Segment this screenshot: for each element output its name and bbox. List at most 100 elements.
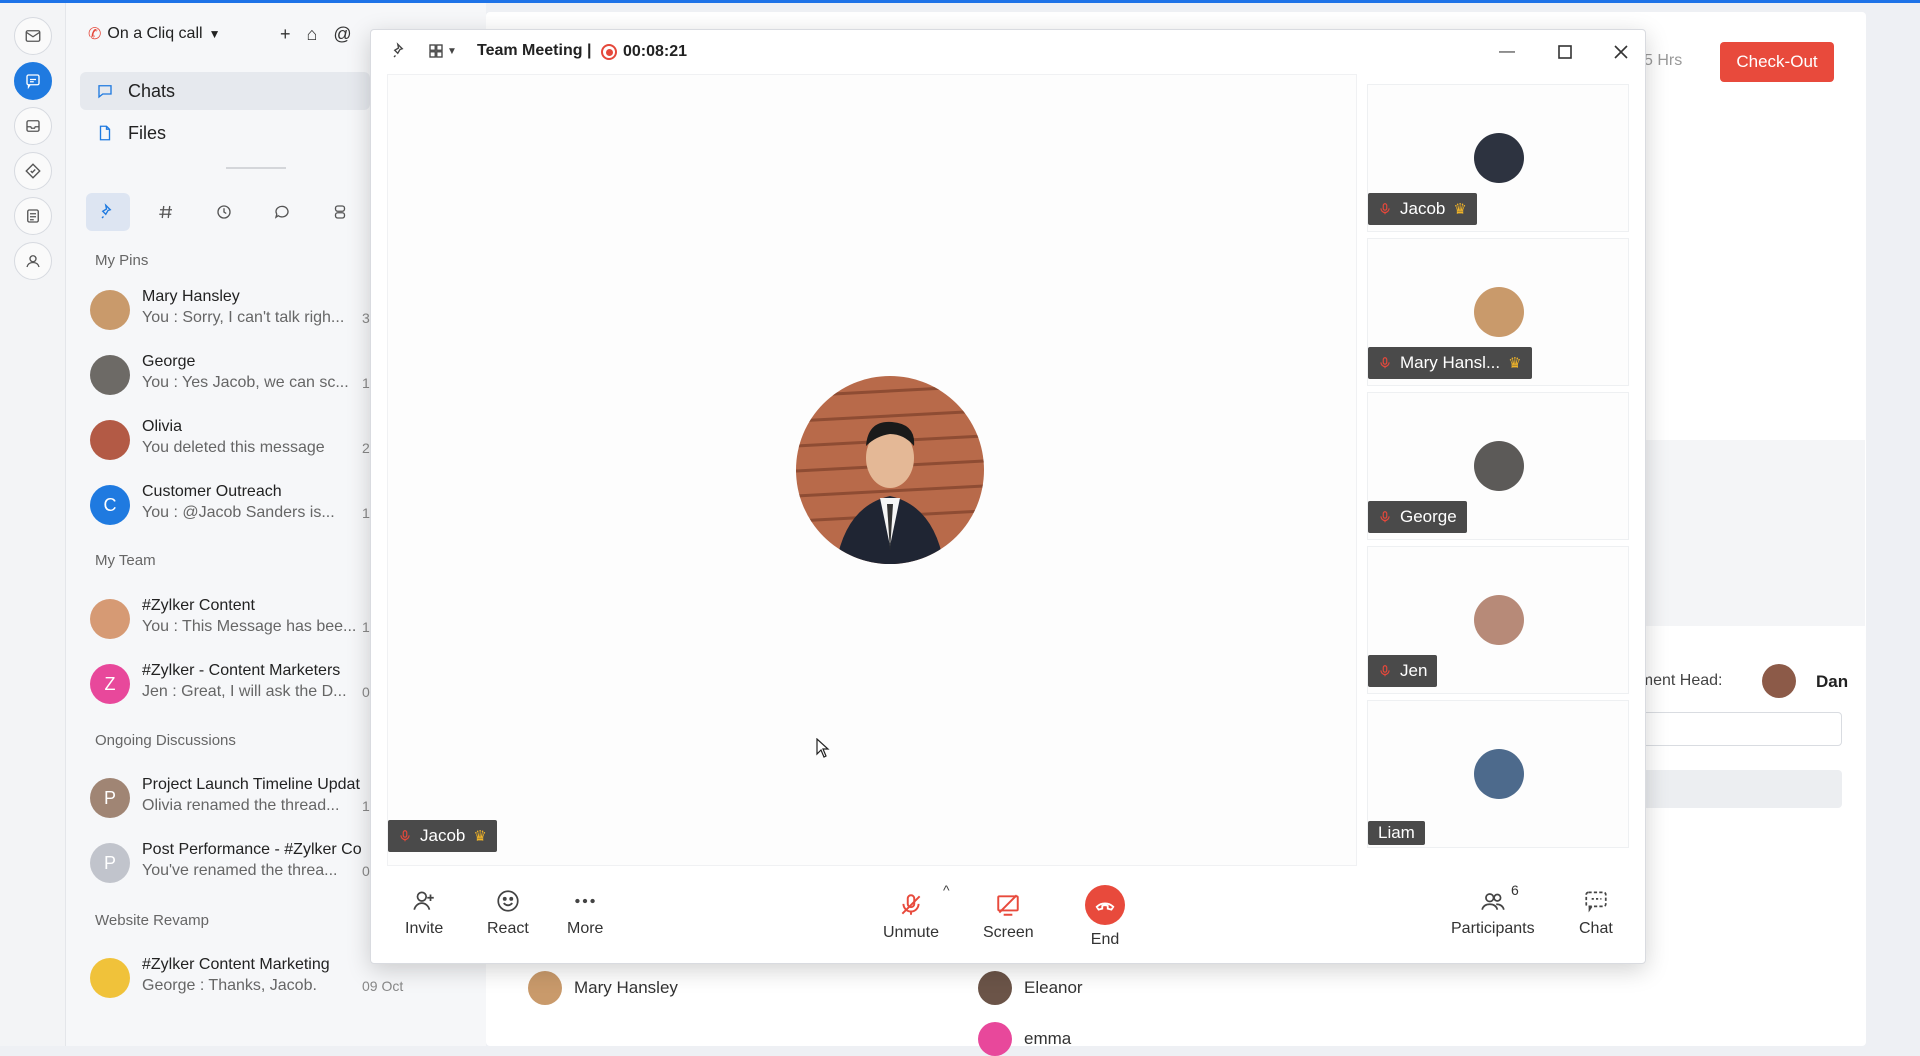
avatar bbox=[978, 1022, 1012, 1056]
list-item[interactable]: Z #Zylker - Content Marketers Jen : Grea… bbox=[88, 656, 378, 712]
list-item[interactable]: Mary Hansley You : Sorry, I can't talk r… bbox=[88, 282, 378, 338]
hours-label: 5 Hrs bbox=[1644, 52, 1683, 69]
mic-muted-icon bbox=[901, 894, 921, 915]
sidebar-top-actions: + ⌂ @ bbox=[280, 24, 352, 45]
nav-files-label: Files bbox=[128, 122, 167, 143]
nav-chats-label: Chats bbox=[128, 80, 176, 101]
main-speaker-tag: Jacob ♛ bbox=[388, 820, 497, 852]
home-icon[interactable]: ⌂ bbox=[307, 24, 318, 45]
member-search-input[interactable] bbox=[1620, 712, 1842, 746]
chat-preview: You've renamed the threa... bbox=[142, 862, 338, 879]
chat-preview: You : @Jacob Sanders is... bbox=[142, 504, 335, 521]
more-button[interactable]: More bbox=[567, 888, 603, 938]
pin-filter-icon[interactable] bbox=[86, 193, 130, 231]
inbox-icon[interactable] bbox=[14, 107, 52, 145]
chat-bubble-icon bbox=[98, 85, 112, 99]
participant-tile[interactable]: Liam bbox=[1367, 700, 1629, 848]
notes-icon[interactable] bbox=[14, 197, 52, 235]
phone-icon: ✆ bbox=[88, 26, 102, 43]
meeting-window: ▼ Team Meeting | 00:08:21 — Jacob ♛ Jaco… bbox=[370, 29, 1646, 964]
chat-name: Olivia bbox=[142, 418, 183, 435]
member-name: emma bbox=[1024, 1029, 1072, 1048]
chevron-up-icon[interactable]: ^ bbox=[943, 882, 950, 898]
pin-icon[interactable] bbox=[391, 42, 409, 65]
list-item[interactable]: George You : Yes Jacob, we can sc... 1 bbox=[88, 347, 378, 403]
list-item[interactable]: P Project Launch Timeline Updat Olivia r… bbox=[88, 770, 378, 826]
recent-filter-icon[interactable] bbox=[202, 193, 246, 231]
member-item[interactable]: Eleanor bbox=[978, 971, 1083, 1005]
participant-name-tag: Jacob ♛ bbox=[1368, 193, 1477, 225]
section-my-team: My Team bbox=[95, 552, 156, 569]
threads-filter-icon[interactable] bbox=[260, 193, 304, 231]
participant-tile[interactable]: Mary Hansl... ♛ bbox=[1367, 238, 1629, 386]
close-icon[interactable] bbox=[1609, 40, 1633, 64]
react-button[interactable]: React bbox=[487, 888, 529, 938]
recording-icon bbox=[601, 44, 617, 60]
mention-icon[interactable]: @ bbox=[333, 24, 351, 45]
participants-count-badge: 6 bbox=[1511, 882, 1519, 898]
end-call-icon bbox=[1085, 885, 1125, 925]
unmute-button[interactable]: Unmute bbox=[883, 892, 939, 942]
avatar bbox=[90, 355, 130, 395]
chat-time: 1 bbox=[362, 798, 370, 814]
chat-name: #Zylker Content Marketing bbox=[142, 956, 330, 973]
list-item[interactable]: C Customer Outreach You : @Jacob Sanders… bbox=[88, 477, 388, 533]
participant-name-tag: Mary Hansl... ♛ bbox=[1368, 347, 1532, 379]
chat-name: #Zylker Content bbox=[142, 597, 255, 614]
mail-icon[interactable] bbox=[14, 17, 52, 55]
call-status-label: On a Cliq call bbox=[107, 25, 203, 42]
avatar bbox=[1474, 287, 1524, 337]
main-speaker-name: Jacob bbox=[420, 826, 466, 845]
call-status[interactable]: ✆ On a Cliq call ▼ bbox=[88, 24, 220, 44]
chat-time: 3 bbox=[362, 310, 370, 326]
integrations-icon[interactable] bbox=[14, 152, 52, 190]
chat-name: Project Launch Timeline Updat bbox=[142, 776, 360, 793]
more-icon bbox=[575, 898, 595, 904]
layout-grid-icon[interactable]: ▼ bbox=[427, 42, 457, 60]
add-icon[interactable]: + bbox=[280, 24, 291, 45]
avatar: P bbox=[90, 778, 130, 818]
list-item[interactable]: #Zylker Content Marketing George : Thank… bbox=[88, 950, 403, 1006]
bots-filter-icon[interactable] bbox=[318, 193, 362, 231]
chat-button[interactable]: Chat bbox=[1579, 888, 1613, 938]
member-item[interactable]: emma bbox=[978, 1022, 1071, 1056]
end-call-button[interactable]: End bbox=[1085, 885, 1125, 949]
section-my-pins: My Pins bbox=[95, 252, 149, 269]
nav-chats[interactable]: Chats bbox=[80, 72, 370, 110]
list-item[interactable]: #Zylker Content You : This Message has b… bbox=[88, 591, 378, 647]
maximize-icon[interactable] bbox=[1553, 40, 1577, 64]
chat-app-icon[interactable] bbox=[14, 62, 52, 100]
participant-name: George bbox=[1400, 507, 1457, 526]
section-website-revamp: Website Revamp bbox=[95, 912, 209, 929]
participant-tile[interactable]: George bbox=[1367, 392, 1629, 540]
avatar bbox=[978, 971, 1012, 1005]
smiley-icon bbox=[497, 890, 519, 912]
avatar: P bbox=[90, 843, 130, 883]
contacts-icon[interactable] bbox=[14, 242, 52, 280]
chat-preview: You deleted this message bbox=[142, 439, 325, 456]
chat-icon bbox=[1585, 891, 1607, 913]
mouse-cursor-icon bbox=[816, 738, 830, 758]
minimize-icon[interactable]: — bbox=[1495, 40, 1519, 64]
invite-button[interactable]: Invite bbox=[405, 888, 443, 938]
participant-tile[interactable]: Jacob ♛ bbox=[1367, 84, 1629, 232]
avatar: C bbox=[90, 485, 130, 525]
department-head-name: Dan bbox=[1816, 672, 1849, 691]
participants-button[interactable]: Participants bbox=[1451, 888, 1535, 938]
meeting-timer: 00:08:21 bbox=[623, 43, 688, 60]
participant-name-tag: Liam bbox=[1368, 821, 1425, 845]
chat-name: Mary Hansley bbox=[142, 288, 240, 305]
screen-share-button[interactable]: Screen bbox=[983, 892, 1034, 942]
check-out-button[interactable]: Check-Out bbox=[1720, 42, 1834, 82]
member-item[interactable]: Mary Hansley bbox=[528, 971, 678, 1005]
list-item[interactable]: Olivia You deleted this message 2 bbox=[88, 412, 378, 468]
invite-label: Invite bbox=[405, 920, 444, 937]
more-label: More bbox=[567, 920, 604, 937]
chat-time: 0 bbox=[362, 684, 370, 700]
participant-tile[interactable]: Jen bbox=[1367, 546, 1629, 694]
avatar bbox=[528, 971, 562, 1005]
list-item[interactable]: P Post Performance - #Zylker Co You've r… bbox=[88, 835, 378, 891]
nav-files[interactable]: Files bbox=[80, 114, 370, 152]
chat-filter-tabs bbox=[86, 193, 362, 231]
channel-filter-icon[interactable] bbox=[144, 193, 188, 231]
